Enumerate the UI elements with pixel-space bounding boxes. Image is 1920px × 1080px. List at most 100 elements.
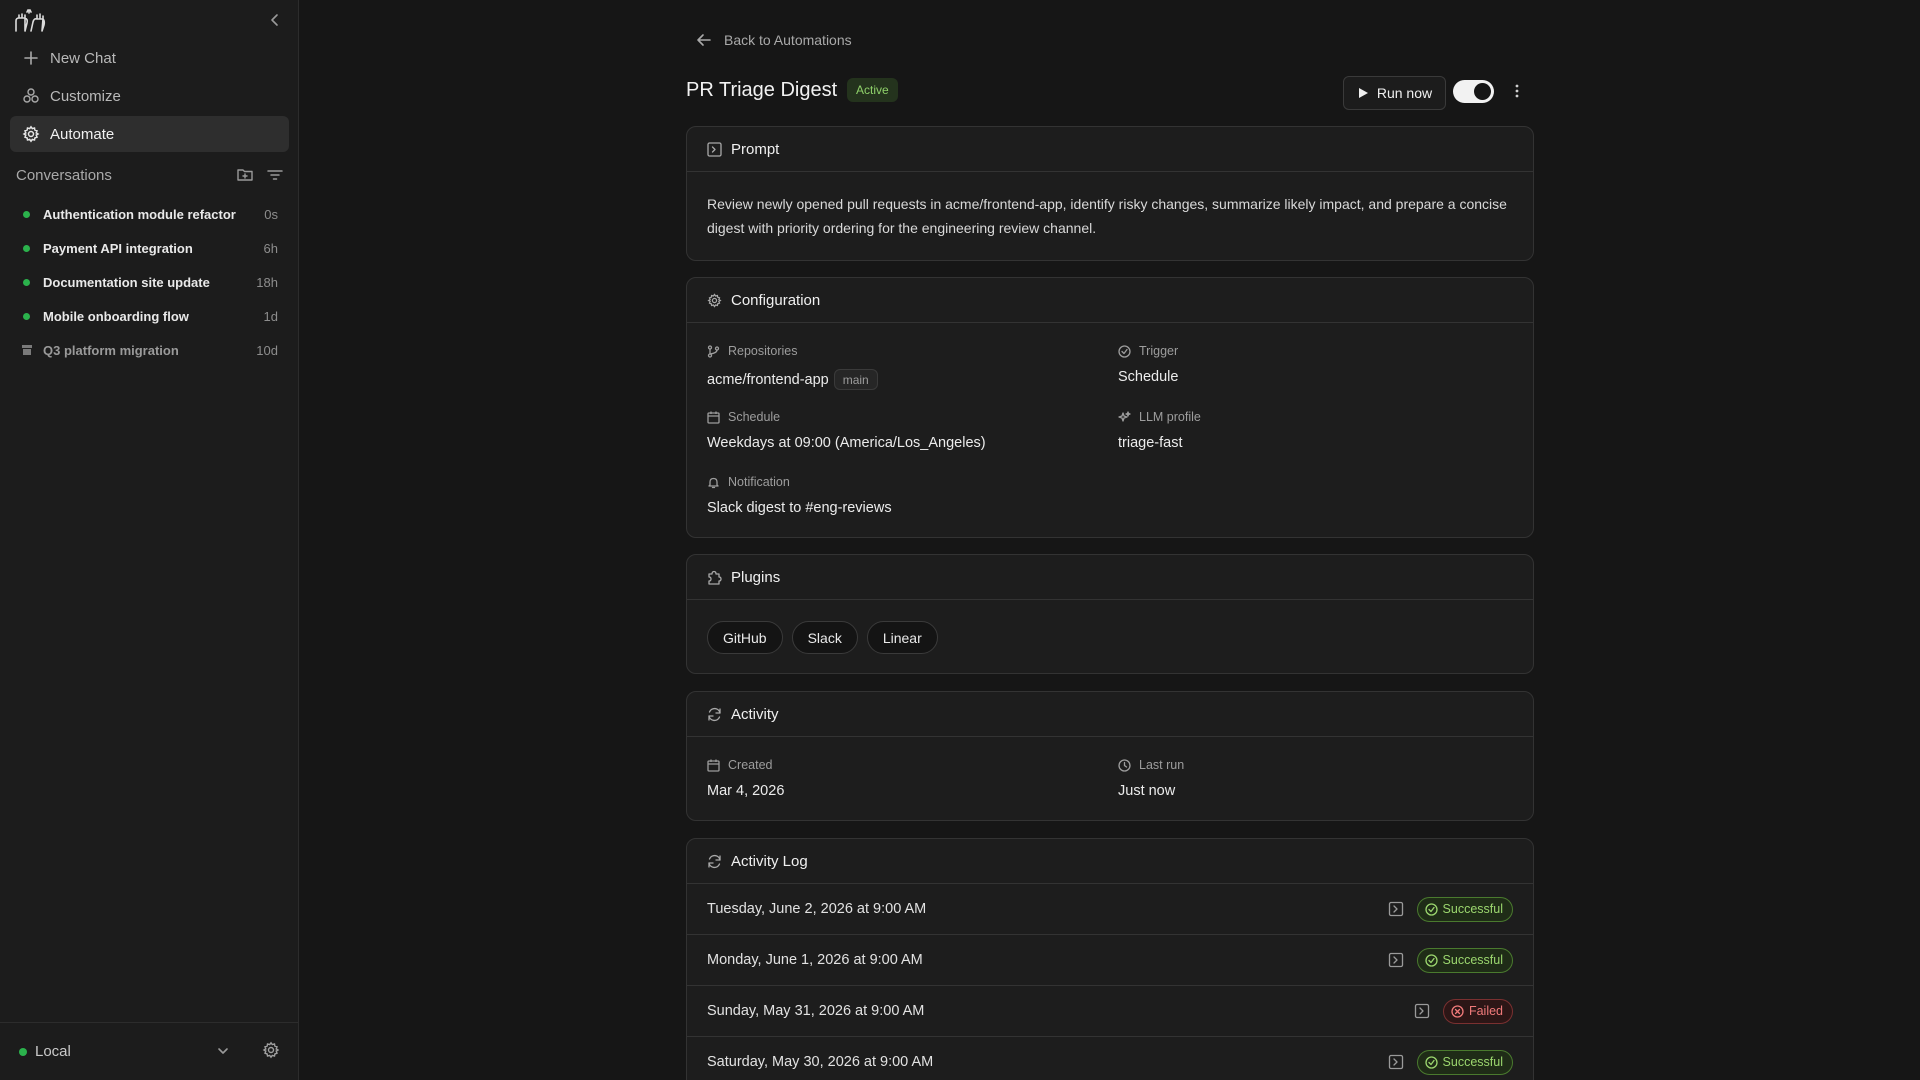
back-label: Back to Automations <box>724 32 852 48</box>
clock-icon <box>1118 758 1131 772</box>
filter-icon[interactable] <box>266 166 284 184</box>
activity-log-row[interactable]: Monday, June 1, 2026 at 9:00 AM Successf… <box>687 935 1533 986</box>
conversation-item[interactable]: Q3 platform migration 10d <box>16 337 278 363</box>
open-run-icon[interactable] <box>1414 1003 1430 1019</box>
plugin-chip-slack[interactable]: Slack <box>791 621 858 654</box>
activity-log-row[interactable]: Sunday, May 31, 2026 at 9:00 AM Failed <box>687 986 1533 1037</box>
x-circle-icon <box>1451 1004 1464 1018</box>
arrow-left-icon <box>697 34 711 46</box>
run-timestamp: Tuesday, June 2, 2026 at 9:00 AM <box>707 901 927 917</box>
created-field: Created Mar 4, 2026 <box>707 757 784 799</box>
conversations-label: Conversations <box>16 166 112 184</box>
run-status-label: Successful <box>1442 1055 1503 1069</box>
plugin-chip-github[interactable]: GitHub <box>707 621 783 654</box>
conversation-age: 6h <box>263 240 278 256</box>
configuration-heading: Configuration <box>731 291 821 309</box>
run-status-label: Successful <box>1442 902 1503 916</box>
plugins-heading: Plugins <box>731 568 781 586</box>
trigger-value: Schedule <box>1118 369 1179 385</box>
conversations-header: Conversations <box>16 165 284 185</box>
run-status-badge: Successful <box>1416 947 1513 973</box>
check-circle-icon <box>1424 1055 1438 1069</box>
open-run-icon[interactable] <box>1388 1054 1404 1070</box>
conversation-age: 0s <box>264 206 278 222</box>
prompt-card: Prompt Review newly opened pull requests… <box>686 126 1534 261</box>
customize-button[interactable]: Customize <box>10 78 289 114</box>
open-run-icon[interactable] <box>1388 952 1404 968</box>
conversation-age: 1d <box>263 308 278 324</box>
refresh-icon <box>708 707 721 721</box>
prompt-heading: Prompt <box>731 140 780 158</box>
environment-label: Local <box>35 1043 71 1060</box>
run-status-label: Successful <box>1442 953 1503 967</box>
conversation-item[interactable]: Documentation site update 18h <box>16 269 278 295</box>
activity-log-row[interactable]: Tuesday, June 2, 2026 at 9:00 AM Success… <box>687 884 1533 935</box>
created-value: Mar 4, 2026 <box>707 783 785 799</box>
configuration-card: Configuration Repositories acme/frontend… <box>686 277 1534 538</box>
calendar-icon <box>707 759 720 772</box>
run-timestamp: Sunday, May 31, 2026 at 9:00 AM <box>707 1003 925 1019</box>
new-chat-button[interactable]: New Chat <box>10 40 289 76</box>
environment-status-dot <box>19 1047 27 1056</box>
automate-button[interactable]: Automate <box>10 116 289 152</box>
prompt-text: Review newly opened pull requests in acm… <box>707 196 1507 236</box>
last-run-value: Just now <box>1118 783 1176 799</box>
gear-icon <box>22 125 40 143</box>
last-run-field: Last run Just now <box>1118 757 1184 799</box>
terminal-icon <box>707 141 722 157</box>
chevron-down-icon[interactable] <box>215 1043 231 1059</box>
schedule-value: Weekdays at 09:00 (America/Los_Angeles) <box>707 435 986 451</box>
plugins-card: Plugins GitHub Slack Linear <box>686 554 1534 674</box>
run-now-button[interactable]: Run now <box>1343 76 1446 110</box>
sidebar-footer: Local <box>0 1022 299 1080</box>
branch-badge: main <box>833 369 878 390</box>
activity-log-row[interactable]: Saturday, May 30, 2026 at 9:00 AM Succes… <box>687 1037 1533 1080</box>
run-status-label: Failed <box>1468 1004 1503 1018</box>
settings-gear-icon[interactable] <box>262 1041 280 1059</box>
conversation-item[interactable]: Mobile onboarding flow 1d <box>16 303 278 329</box>
conversation-title: Mobile onboarding flow <box>43 308 189 324</box>
plugins-card-header: Plugins <box>687 555 1533 600</box>
check-circle-icon <box>1118 344 1131 358</box>
more-options-icon[interactable] <box>1508 82 1526 100</box>
run-now-label: Run now <box>1376 85 1433 101</box>
schedule-field: Schedule Weekdays at 09:00 (America/Los_… <box>707 409 986 451</box>
active-status-dot <box>23 278 30 286</box>
refresh-icon <box>708 854 721 868</box>
conversation-title: Payment API integration <box>43 240 193 256</box>
sidebar: New Chat Customize Automate Conversation… <box>0 0 299 1080</box>
configuration-card-header: Configuration <box>687 278 1533 323</box>
llm-profile-value: triage-fast <box>1118 435 1183 451</box>
run-timestamp: Monday, June 1, 2026 at 9:00 AM <box>707 952 923 968</box>
repositories-field: Repositories acme/frontend-app main <box>707 343 878 390</box>
open-run-icon[interactable] <box>1388 901 1404 917</box>
activity-heading: Activity <box>731 705 779 723</box>
active-status-dot <box>23 210 30 218</box>
conversation-title: Authentication module refactor <box>43 206 236 222</box>
conversation-item[interactable]: Payment API integration 6h <box>16 235 278 261</box>
last-run-label: Last run <box>1139 758 1185 772</box>
app-logo-icon <box>13 9 47 33</box>
environment-selector[interactable]: Local <box>19 1043 71 1060</box>
plugin-chip-linear[interactable]: Linear <box>866 621 938 654</box>
llm-profile-label: LLM profile <box>1139 410 1201 424</box>
conversation-title: Documentation site update <box>43 274 210 290</box>
check-circle-icon <box>1424 953 1438 967</box>
back-to-automations-link[interactable]: Back to Automations <box>696 32 852 48</box>
check-circle-icon <box>1424 902 1438 916</box>
new-folder-icon[interactable] <box>236 166 254 184</box>
calendar-icon <box>707 411 720 424</box>
trigger-label: Trigger <box>1139 344 1179 358</box>
repository-value: acme/frontend-app <box>707 371 829 388</box>
sparkles-icon <box>1118 410 1131 422</box>
run-status-badge: Failed <box>1442 998 1513 1024</box>
conversation-title: Q3 platform migration <box>43 342 179 358</box>
plugin-list: GitHub Slack Linear <box>707 621 947 654</box>
collapse-sidebar-icon[interactable] <box>266 11 284 29</box>
notification-label: Notification <box>728 475 790 489</box>
enabled-toggle[interactable] <box>1453 80 1494 103</box>
llm-profile-field: LLM profile triage-fast <box>1118 409 1201 451</box>
nav-label-customize: Customize <box>50 87 121 105</box>
conversation-age: 10d <box>256 342 278 358</box>
conversation-item[interactable]: Authentication module refactor 0s <box>16 201 278 227</box>
